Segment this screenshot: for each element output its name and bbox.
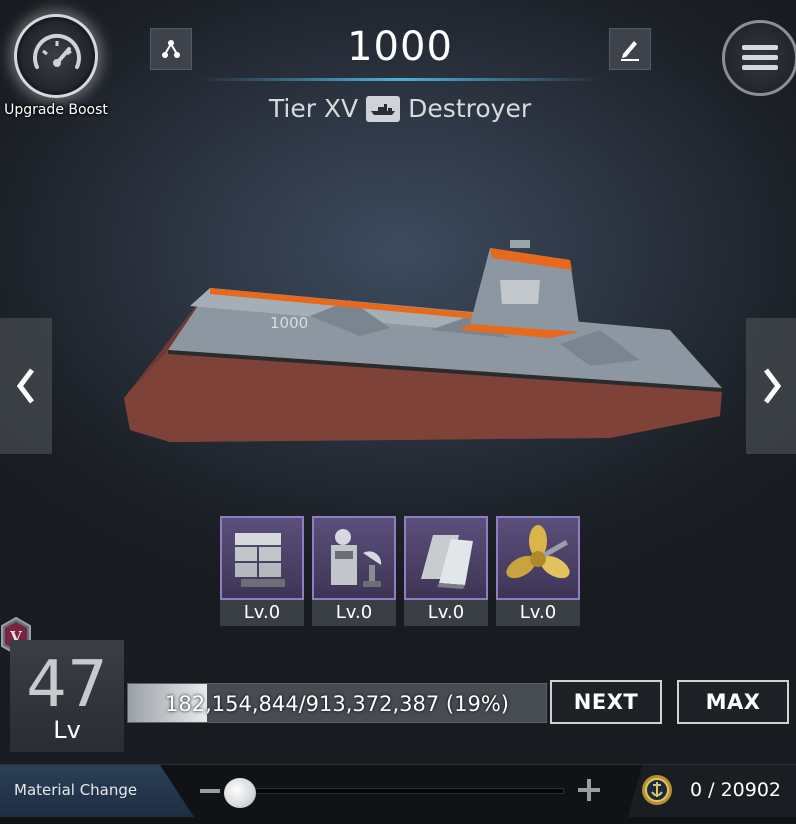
material-slider-handle[interactable] — [224, 778, 256, 808]
tier-row: Tier XV Destroyer — [200, 94, 600, 123]
menu-button[interactable] — [722, 20, 796, 96]
part-level: Lv.0 — [220, 600, 304, 626]
bottom-bar: Material Change 0 / 20902 — [0, 764, 796, 824]
pencil-icon — [621, 41, 639, 61]
ship-model: 1000 — [110, 220, 740, 470]
armor-plate-icon — [404, 516, 488, 600]
material-slider-track[interactable] — [226, 788, 564, 794]
medal-icon — [640, 773, 674, 807]
share-button[interactable] — [150, 28, 192, 70]
material-count: 0 / 20902 — [690, 779, 782, 801]
part-radar[interactable]: Lv.0 — [312, 516, 396, 626]
xp-progress-bar: 182,154,844/913,372,387 (19%) — [127, 683, 547, 723]
part-level: Lv.0 — [496, 600, 580, 626]
level-number: 47 — [26, 648, 108, 722]
part-level: Lv.0 — [404, 600, 488, 626]
next-button[interactable]: NEXT — [550, 680, 662, 724]
ship-name: 1000 — [347, 24, 453, 70]
tier-label: Tier XV — [268, 94, 359, 123]
upgrade-boost-label: Upgrade Boost — [4, 102, 108, 118]
name-underline — [200, 78, 600, 81]
slider-increase-button[interactable] — [578, 779, 600, 801]
material-change-label: Material Change — [14, 781, 138, 799]
upgrade-parts: Lv.0 Lv.0 Lv.0 Lv.0 — [220, 516, 580, 626]
part-propeller[interactable]: Lv.0 — [496, 516, 580, 626]
level-box: 47 Lv — [10, 640, 124, 752]
missile-launcher-icon — [220, 516, 304, 600]
upgrade-boost-button[interactable]: Upgrade Boost — [4, 14, 108, 118]
edit-name-button[interactable] — [609, 28, 651, 70]
hull-number: 1000 — [270, 314, 308, 332]
speedometer-ring — [14, 14, 98, 98]
ship-class-label: Destroyer — [408, 94, 532, 123]
material-change-tab[interactable]: Material Change — [0, 765, 194, 817]
max-button[interactable]: MAX — [677, 680, 789, 724]
slider-decrease-button[interactable] — [200, 789, 220, 793]
xp-progress-text: 182,154,844/913,372,387 (19%) — [164, 692, 509, 716]
radar-icon — [312, 516, 396, 600]
part-missile-launcher[interactable]: Lv.0 — [220, 516, 304, 626]
hamburger-icon — [742, 45, 778, 70]
destroyer-icon — [366, 95, 401, 122]
part-level: Lv.0 — [312, 600, 396, 626]
part-armor-plate[interactable]: Lv.0 — [404, 516, 488, 626]
chevron-left-icon — [16, 368, 34, 404]
share-icon — [162, 40, 180, 58]
chevron-right-icon — [764, 368, 782, 404]
next-ship-button[interactable] — [746, 318, 796, 454]
previous-ship-button[interactable] — [0, 318, 52, 454]
level-label: Lv — [53, 716, 81, 744]
speedometer-icon — [33, 33, 81, 69]
propeller-icon — [496, 516, 580, 600]
